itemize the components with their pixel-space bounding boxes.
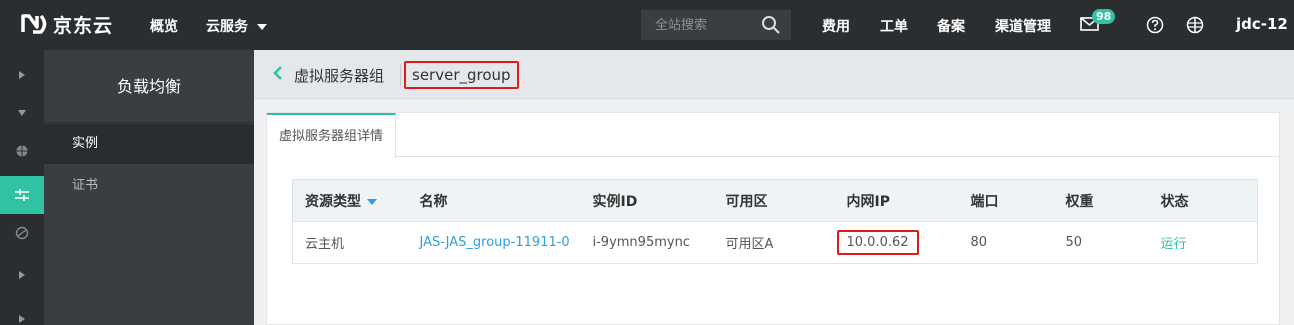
col-resource-type[interactable]: 资源类型 xyxy=(292,179,408,222)
nav-billing[interactable]: 费用 xyxy=(822,16,850,36)
col-port: 端口 xyxy=(958,179,1054,222)
globe-icon[interactable] xyxy=(1186,16,1204,34)
private-ip-value: 10.0.0.62 xyxy=(836,230,919,255)
search-icon[interactable] xyxy=(761,15,781,35)
rail-item-vpc[interactable] xyxy=(0,214,44,252)
logo[interactable]: 京东云 xyxy=(20,10,113,38)
table-row: 云主机 JAS-JAS_group-11911-0 i-9ymn95mync 可… xyxy=(292,221,1258,264)
tab-server-group-details[interactable]: 虚拟服务器组详情 xyxy=(267,113,397,158)
chevron-down-icon xyxy=(18,110,26,116)
table-header-row: 资源类型 名称 实例ID 可用区 内网IP 端口 权重 状态 xyxy=(292,179,1258,222)
cell-instance-id: i-9ymn95mync xyxy=(580,221,714,264)
detail-panel: 虚拟服务器组详情 资源类型 名称 实例ID 可用区 内网IP 端口 权重 状态 xyxy=(266,112,1280,325)
rail-item-load-balancer[interactable] xyxy=(0,176,44,214)
rail-expand-1[interactable] xyxy=(0,56,44,94)
chevron-right-icon xyxy=(19,271,25,279)
nav-cloud-services[interactable]: 云服务 xyxy=(206,16,267,36)
sidebar-item-certificates[interactable]: 证书 xyxy=(44,166,254,206)
rail-item-network[interactable] xyxy=(0,132,44,170)
mail-count-badge: 98 xyxy=(1092,9,1116,24)
cell-port: 80 xyxy=(958,221,1054,264)
nav-overview[interactable]: 概览 xyxy=(150,16,178,36)
sidebar-item-instances[interactable]: 实例 xyxy=(44,124,254,164)
nav-filing[interactable]: 备案 xyxy=(937,16,965,36)
cell-zone: 可用区A xyxy=(713,221,835,264)
col-resource-type-label: 资源类型 xyxy=(305,193,361,210)
server-group-name: server_group xyxy=(404,61,519,89)
sidebar-title: 负载均衡 xyxy=(44,50,254,123)
search-input[interactable] xyxy=(641,10,741,40)
cell-resource-type: 云主机 xyxy=(292,221,408,264)
icon-rail xyxy=(0,50,44,325)
rail-collapse[interactable] xyxy=(0,94,44,132)
nav-channel-management[interactable]: 渠道管理 xyxy=(995,16,1051,36)
col-instance-id: 实例ID xyxy=(580,179,714,222)
breadcrumb-divider xyxy=(400,64,401,86)
chevron-right-icon xyxy=(19,315,25,323)
col-name: 名称 xyxy=(407,179,581,222)
nav-tickets[interactable]: 工单 xyxy=(880,16,908,36)
jd-cloud-logo-icon xyxy=(21,14,47,34)
rail-expand-2[interactable] xyxy=(0,256,44,294)
sidebar: 负载均衡 实例 证书 xyxy=(44,50,254,325)
load-balancer-icon xyxy=(15,189,29,201)
col-status: 状态 xyxy=(1148,179,1258,222)
cell-weight: 50 xyxy=(1053,221,1149,264)
global-search xyxy=(641,10,791,40)
cell-private-ip: 10.0.0.62 xyxy=(834,221,959,264)
cell-status: 运行 xyxy=(1148,221,1258,264)
instance-name-link[interactable]: JAS-JAS_group-11911-0 xyxy=(420,235,570,250)
filter-caret-icon[interactable] xyxy=(367,198,377,205)
top-navbar: 京东云 概览 云服务 费用 工单 备案 渠道管理 98 jdc-12 xyxy=(0,0,1294,50)
chevron-right-icon xyxy=(19,71,25,79)
network-icon xyxy=(15,226,29,240)
breadcrumb-label[interactable]: 虚拟服务器组 xyxy=(294,65,384,86)
cell-name[interactable]: JAS-JAS_group-11911-0 xyxy=(407,221,581,264)
nav-cloud-services-label: 云服务 xyxy=(206,19,248,35)
server-table: 资源类型 名称 实例ID 可用区 内网IP 端口 权重 状态 云主机 JAS-J… xyxy=(292,179,1258,264)
user-account[interactable]: jdc-12 xyxy=(1236,15,1288,33)
rail-expand-3[interactable] xyxy=(0,300,44,325)
tab-bar: 虚拟服务器组详情 xyxy=(267,113,1279,158)
main-content: 虚拟服务器组 server_group 虚拟服务器组详情 资源类型 名称 实例I… xyxy=(254,50,1294,325)
breadcrumb: 虚拟服务器组 server_group xyxy=(254,50,1294,99)
back-arrow-icon[interactable] xyxy=(272,65,284,81)
logo-text: 京东云 xyxy=(53,14,114,37)
col-weight: 权重 xyxy=(1053,179,1149,222)
col-private-ip: 内网IP xyxy=(834,179,959,222)
col-zone: 可用区 xyxy=(713,179,835,222)
globe-icon xyxy=(16,145,28,157)
caret-down-icon xyxy=(256,24,267,30)
status-running: 运行 xyxy=(1160,237,1187,252)
help-icon[interactable] xyxy=(1146,16,1164,34)
